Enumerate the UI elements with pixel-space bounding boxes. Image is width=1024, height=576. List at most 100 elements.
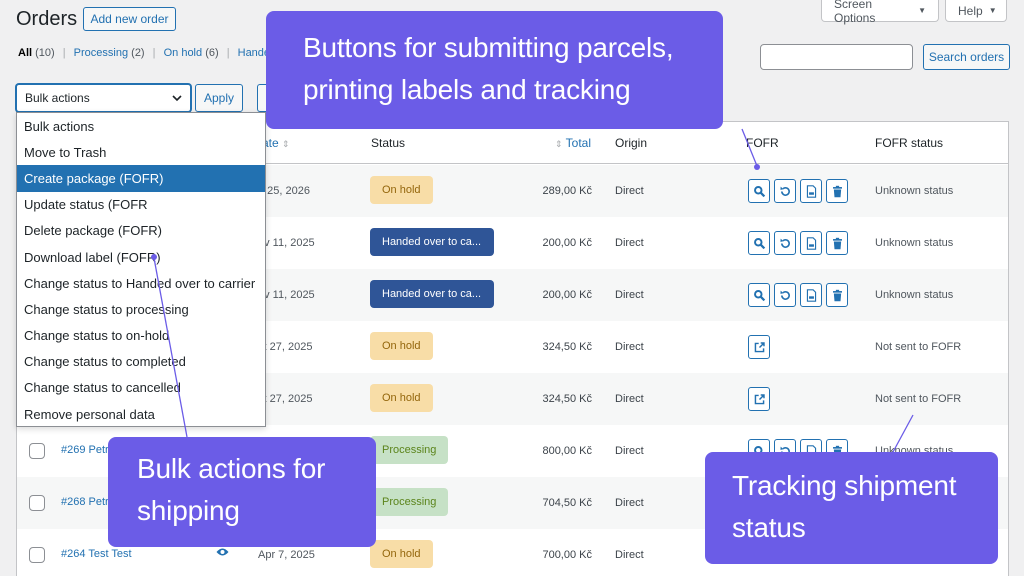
bulk-option[interactable]: Change status to cancelled: [17, 375, 265, 401]
order-total: 704,50 Kč: [542, 497, 592, 509]
update-status-button[interactable]: [774, 179, 796, 203]
trash-icon: [832, 237, 842, 249]
delete-package-button[interactable]: [826, 179, 848, 203]
send-to-fofr-button[interactable]: [748, 387, 770, 411]
fofr-actions: [748, 387, 770, 411]
status-badge: On hold: [370, 384, 433, 412]
sort-icon: ⇕: [555, 139, 563, 149]
update-status-button[interactable]: [774, 283, 796, 307]
bulk-actions-select[interactable]: Bulk actions: [16, 84, 191, 112]
sort-icon: ⇕: [282, 139, 290, 149]
external-link-icon: [754, 393, 765, 404]
order-date: ct 27, 2025: [258, 393, 313, 405]
bulk-option[interactable]: Download label (FOFR): [17, 244, 265, 270]
callout-tracking-status: Tracking shipment status: [705, 452, 998, 564]
status-badge: On hold: [370, 332, 433, 360]
download-label-button[interactable]: [800, 283, 822, 307]
bulk-option[interactable]: Change status to processing: [17, 296, 265, 322]
order-total: 200,00 Kč: [542, 237, 592, 249]
filter-on-hold[interactable]: On hold: [164, 47, 203, 59]
column-status: Status: [371, 136, 406, 150]
page-title: Orders: [16, 8, 78, 30]
bulk-actions-dropdown: Bulk actions Move to Trash Create packag…: [16, 112, 266, 427]
screen-options-tab[interactable]: Screen Options ▼: [821, 0, 939, 25]
fofr-actions: [748, 283, 848, 307]
pdf-file-icon: [806, 288, 816, 302]
screen-options-label: Screen Options: [834, 0, 876, 25]
column-fofr: FOFR: [746, 136, 779, 150]
search-icon: [753, 289, 765, 301]
filter-all[interactable]: All: [18, 47, 32, 59]
bulk-option[interactable]: Change status to Handed over to carrier: [17, 270, 265, 296]
order-total: 800,00 Kč: [542, 445, 592, 457]
fofr-status-text: Not sent to FOFR: [875, 341, 962, 353]
row-checkbox[interactable]: [29, 443, 45, 459]
preview-eye-icon[interactable]: [216, 547, 229, 560]
status-filter-views: All (10) | Processing (2) | On hold (6) …: [18, 47, 286, 59]
track-search-button[interactable]: [748, 283, 770, 307]
download-label-button[interactable]: [800, 231, 822, 255]
bulk-option[interactable]: Remove personal data: [17, 401, 265, 427]
fofr-status-text: Not sent to FOFR: [875, 393, 962, 405]
column-date[interactable]: ate ⇕: [262, 136, 290, 150]
order-total: 200,00 Kč: [542, 289, 592, 301]
update-status-button[interactable]: [774, 231, 796, 255]
help-label: Help: [958, 3, 983, 18]
search-icon: [753, 185, 765, 197]
status-badge: Handed over to ca...: [370, 280, 494, 308]
bulk-option[interactable]: Change status to on-hold: [17, 323, 265, 349]
pdf-file-icon: [806, 236, 816, 250]
filter-processing-count: (2): [131, 47, 145, 59]
column-fofr-status: FOFR status: [875, 136, 944, 150]
track-search-button[interactable]: [748, 231, 770, 255]
column-total[interactable]: ⇕ Total: [555, 136, 591, 150]
callout-bulk-actions: Bulk actions for shipping: [108, 437, 376, 547]
trash-icon: [832, 185, 842, 197]
order-date: Apr 7, 2025: [258, 549, 315, 561]
status-badge: On hold: [370, 540, 433, 568]
bulk-actions-selected: Bulk actions: [25, 91, 90, 105]
order-origin: Direct: [615, 549, 644, 561]
delete-package-button[interactable]: [826, 283, 848, 307]
order-total: 700,00 Kč: [542, 549, 592, 561]
delete-package-button[interactable]: [826, 231, 848, 255]
order-origin: Direct: [615, 393, 644, 405]
search-input[interactable]: [760, 44, 913, 70]
help-tab[interactable]: Help ▼: [945, 0, 1007, 22]
fofr-status-text: Unknown status: [875, 185, 954, 197]
search-icon: [753, 237, 765, 249]
order-origin: Direct: [615, 289, 644, 301]
order-total: 324,50 Kč: [542, 393, 592, 405]
filter-all-count: (10): [35, 47, 55, 59]
bulk-option-highlighted[interactable]: Create package (FOFR): [17, 165, 265, 192]
apply-button[interactable]: Apply: [195, 84, 243, 112]
column-origin: Origin: [615, 136, 648, 150]
order-link[interactable]: #264 Test Test: [61, 548, 132, 560]
caret-down-icon: ▼: [988, 6, 997, 15]
order-origin: Direct: [615, 497, 644, 509]
order-origin: Direct: [615, 185, 644, 197]
filter-processing[interactable]: Processing: [74, 47, 128, 59]
order-link[interactable]: #269 Petr: [61, 444, 109, 456]
bulk-option[interactable]: Bulk actions: [17, 113, 265, 139]
order-date: ov 11, 2025: [258, 289, 315, 301]
order-origin: Direct: [615, 237, 644, 249]
status-badge: On hold: [370, 176, 433, 204]
order-origin: Direct: [615, 341, 644, 353]
row-checkbox[interactable]: [29, 547, 45, 563]
bulk-option[interactable]: Update status (FOFR: [17, 192, 265, 218]
search-orders-button[interactable]: Search orders: [923, 44, 1010, 70]
fofr-actions: [748, 179, 848, 203]
fofr-status-text: Unknown status: [875, 289, 954, 301]
bulk-option[interactable]: Move to Trash: [17, 139, 265, 165]
bulk-option[interactable]: Change status to completed: [17, 349, 265, 375]
order-link[interactable]: #268 Petr: [61, 496, 109, 508]
row-checkbox[interactable]: [29, 495, 45, 511]
track-search-button[interactable]: [748, 179, 770, 203]
download-label-button[interactable]: [800, 179, 822, 203]
add-new-order-button[interactable]: Add new order: [83, 7, 176, 31]
bulk-option[interactable]: Delete package (FOFR): [17, 218, 265, 244]
chevron-down-icon: [172, 93, 182, 106]
send-to-fofr-button[interactable]: [748, 335, 770, 359]
order-date: ov 11, 2025: [258, 237, 315, 249]
